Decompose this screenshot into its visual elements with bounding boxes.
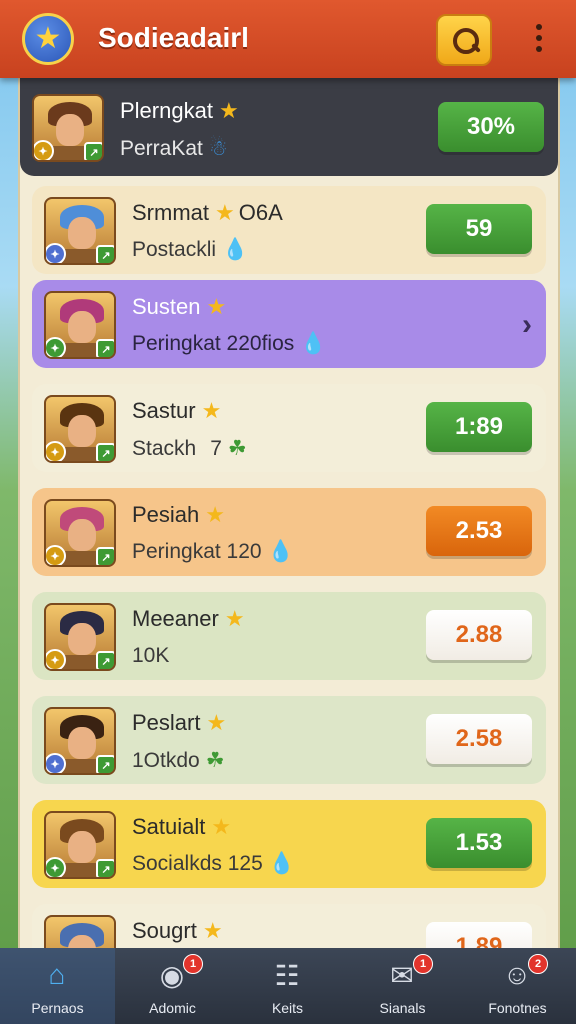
star-logo-icon[interactable]: ★ xyxy=(22,13,74,65)
player-name: Meeaner ★ xyxy=(132,606,245,631)
rank-badge-icon: ✦ xyxy=(46,337,66,357)
nav-item-2[interactable]: ◉ 1 Adomic xyxy=(115,948,230,1024)
drop-icon: 💧 xyxy=(300,332,327,355)
score-button[interactable]: 2.88 xyxy=(426,610,532,660)
nav-label: Fonotnes xyxy=(488,1000,547,1016)
search-button[interactable] xyxy=(436,14,492,66)
score-button[interactable]: 2.53 xyxy=(426,506,532,556)
nav-label: Keits xyxy=(271,1000,304,1016)
rank-badge-icon: ✦ xyxy=(46,545,66,565)
drop-icon: ☃ xyxy=(208,137,228,160)
player-row[interactable]: ✦ ↗ Plerngkat ★ PerraKat ☃ 30% xyxy=(20,78,558,176)
player-name: Sougrt ★ xyxy=(132,918,223,943)
notification-badge: 2 xyxy=(528,954,548,974)
score-button[interactable]: 59 xyxy=(426,204,532,254)
player-row[interactable]: ✦ ↗ Satuialt ★ Socialkds 125 💧 1.53 xyxy=(32,800,546,888)
level-badge-icon: ↗ xyxy=(96,651,114,669)
player-stat: 1Otkdo ☘ xyxy=(132,749,225,772)
star-icon: ★ xyxy=(215,200,235,225)
level-badge-icon: ↗ xyxy=(96,547,114,565)
star-icon: ★ xyxy=(218,98,239,123)
nav-item-5[interactable]: ☺ 2 Fonotnes xyxy=(460,948,575,1024)
player-stat: 10K xyxy=(132,644,170,667)
rank-badge-icon: ✦ xyxy=(46,243,66,263)
player-name: Peslart ★ xyxy=(132,710,227,735)
player-row[interactable]: ✦ ↗ Pesiah ★ Peringkat 120 💧 2.53 xyxy=(32,488,546,576)
player-row[interactable]: ✦ ↗ Peslart ★ 1Otkdo ☘ 2.58 xyxy=(32,696,546,784)
leaderboard-list[interactable]: ✦ ↗ Plerngkat ★ PerraKat ☃ 30% ✦ ↗ Srmmat ★ O6A Post… xyxy=(20,78,558,950)
player-row[interactable]: ✦ ↗ Susten ★ Peringkat 220fios 💧 › xyxy=(32,280,546,368)
rank-badge-icon: ✦ xyxy=(46,753,66,773)
drop-icon: 💧 xyxy=(268,852,295,875)
player-stat: Peringkat 120 💧 xyxy=(132,540,294,563)
player-row[interactable]: ✦ ↗ Sastur ★ Stackh 7 ☘ 1:89 xyxy=(32,384,546,472)
player-avatar: ✦↗ xyxy=(44,915,116,950)
star-icon: ★ xyxy=(201,398,222,423)
player-avatar: ✦↗ xyxy=(44,291,116,359)
score-button[interactable]: 1.89 xyxy=(426,922,532,950)
chevron-right-icon[interactable]: › xyxy=(522,308,532,342)
player-avatar: ✦↗ xyxy=(44,197,116,265)
leaf-icon: ☘ xyxy=(205,749,225,772)
app-title: Sodieadairl xyxy=(98,22,249,53)
star-icon: ★ xyxy=(202,918,223,943)
star-icon: ★ xyxy=(206,294,227,319)
player-stat: PerraKat ☃ xyxy=(120,137,228,160)
rank-badge-icon: ✦ xyxy=(34,140,54,160)
level-badge-icon: ↗ xyxy=(84,142,102,160)
player-avatar: ✦↗ xyxy=(44,499,116,567)
more-menu-button[interactable] xyxy=(532,24,546,58)
score-button[interactable]: 30% xyxy=(438,102,544,152)
star-icon: ★ xyxy=(211,814,232,839)
bottom-nav: ⌂ Pernaos ◉ 1 Adomic ☷ Keits ✉ 1 Sianals ☺ 2 Fonotne… xyxy=(0,948,576,1024)
level-badge-icon: ↗ xyxy=(96,339,114,357)
nav-label: Sianals xyxy=(379,1000,426,1016)
level-badge-icon: ↗ xyxy=(96,859,114,877)
notification-badge: 1 xyxy=(183,954,203,974)
player-stat: Peringkat 220fios 💧 xyxy=(132,332,327,355)
nav-item-3[interactable]: ☷ Keits xyxy=(230,948,345,1024)
player-avatar: ✦↗ xyxy=(44,395,116,463)
player-name: Plerngkat ★ xyxy=(120,98,239,123)
chat-icon: ☷ xyxy=(274,959,300,991)
drop-icon: 💧 xyxy=(222,238,249,261)
player-stat: Socialkds 125 💧 xyxy=(132,852,295,875)
nav-label: Adomic xyxy=(149,1000,196,1016)
player-avatar: ✦↗ xyxy=(44,811,116,879)
player-name: Satuialt ★ xyxy=(132,814,232,839)
player-row[interactable]: ✦ ↗ Meeaner ★ 10K 2.88 xyxy=(32,592,546,680)
player-stat: Stackh 7 ☘ xyxy=(132,437,247,460)
star-icon: ★ xyxy=(206,710,227,735)
star-icon: ★ xyxy=(205,502,226,527)
player-row[interactable]: ✦ ↗ Srmmat ★ O6A Postackli 💧 59 xyxy=(32,186,546,274)
rank-badge-icon: ✦ xyxy=(46,649,66,669)
top-bar: ★ Sodieadairl xyxy=(0,0,576,78)
nav-item-4[interactable]: ✉ 1 Sianals xyxy=(345,948,460,1024)
nav-label: Pernaos xyxy=(31,1000,84,1016)
drop-icon: 💧 xyxy=(267,540,294,563)
player-name: Sastur ★ xyxy=(132,398,222,423)
rank-badge-icon: ✦ xyxy=(46,857,66,877)
home-icon: ⌂ xyxy=(48,959,66,990)
rank-badge-icon: ✦ xyxy=(46,441,66,461)
star-icon: ★ xyxy=(224,606,245,631)
player-name: Susten ★ xyxy=(132,294,227,319)
level-badge-icon: ↗ xyxy=(96,755,114,773)
player-name: Pesiah ★ xyxy=(132,502,226,527)
level-badge-icon: ↗ xyxy=(96,245,114,263)
player-name: Srmmat ★ O6A xyxy=(132,200,283,225)
player-avatar: ✦↗ xyxy=(44,603,116,671)
score-button[interactable]: 2.58 xyxy=(426,714,532,764)
level-badge-icon: ↗ xyxy=(96,443,114,461)
player-stat: Postackli 💧 xyxy=(132,238,249,261)
notification-badge: 1 xyxy=(413,954,433,974)
player-row[interactable]: ✦↗ Sougrt★ 1.89 xyxy=(32,904,546,950)
player-avatar: ✦↗ xyxy=(32,94,104,162)
player-avatar: ✦↗ xyxy=(44,707,116,775)
score-button[interactable]: 1.53 xyxy=(426,818,532,868)
score-button[interactable]: 1:89 xyxy=(426,402,532,452)
leaf-icon: ☘ xyxy=(227,437,247,460)
nav-item-1[interactable]: ⌂ Pernaos xyxy=(0,948,115,1024)
